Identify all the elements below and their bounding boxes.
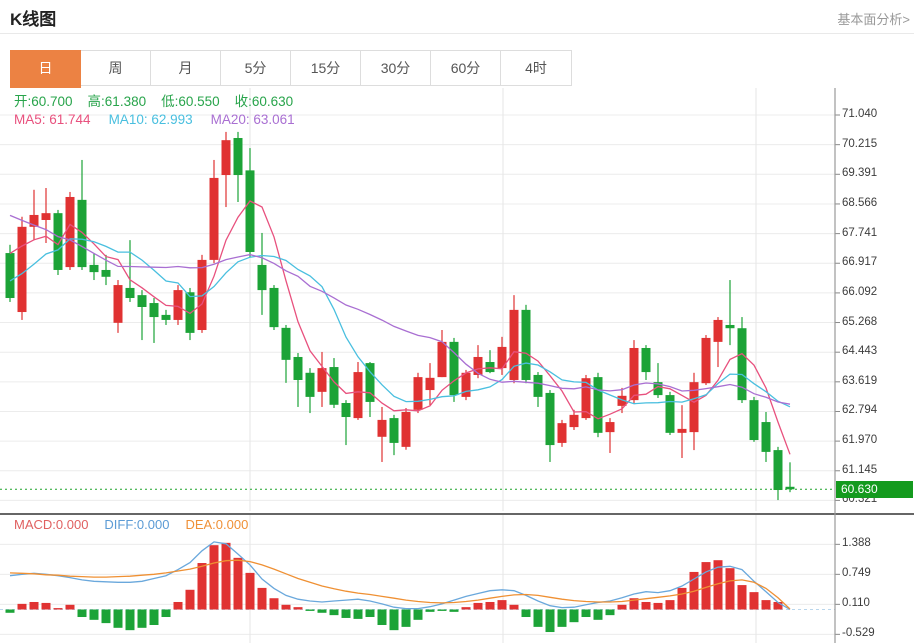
ma-info: MA5: 61.744 MA10: 62.993 MA20: 63.061 [14, 112, 313, 127]
last-price-badge: 60.630 [836, 481, 913, 498]
y-axis-label: 65.268 [842, 316, 877, 328]
info-pair: 低:60.550 [161, 94, 220, 109]
info-pair: 收:60.630 [235, 94, 294, 109]
info-pair: 开:60.700 [14, 94, 73, 109]
y-axis-label: 63.619 [842, 375, 877, 387]
y-axis-label: -0.529 [842, 627, 875, 639]
kline-widget: K线图 基本面分析> 日周月5分15分30分60分4时 开:60.700 高:61… [0, 0, 914, 643]
y-axis-label: 64.443 [842, 345, 877, 357]
y-axis-label: 61.970 [842, 434, 877, 446]
info-pair: MA10: 62.993 [109, 112, 193, 127]
y-axis-label: 62.794 [842, 404, 877, 416]
y-axis-label: 0.110 [842, 597, 870, 609]
tab-5分[interactable]: 5分 [221, 51, 291, 85]
tab-4时[interactable]: 4时 [501, 51, 571, 85]
y-axis-label: 67.741 [842, 227, 877, 239]
y-axis-label: 70.215 [842, 138, 877, 150]
info-pair: MACD:0.000 [14, 517, 88, 532]
y-axis-label: 0.749 [842, 567, 871, 579]
tab-月[interactable]: 月 [151, 51, 221, 85]
y-axis-label: 66.917 [842, 256, 877, 268]
macd-info: MACD:0.000 DIFF:0.000 DEA:0.000 [14, 517, 264, 532]
header-divider [0, 33, 914, 34]
info-pair: DEA:0.000 [185, 517, 248, 532]
tab-周[interactable]: 周 [81, 51, 151, 85]
kline-chart: 开:60.700 高:61.380 低:60.550 收:60.630 MA5: 61… [0, 88, 914, 643]
y-axis-label: 71.040 [842, 108, 877, 120]
y-axis-label: 61.145 [842, 464, 877, 476]
y-axis-label: 66.092 [842, 286, 877, 298]
tab-30分[interactable]: 30分 [361, 51, 431, 85]
page-title: K线图 [10, 5, 56, 30]
ohlc-info: 开:60.700 高:61.380 低:60.550 收:60.630 [14, 90, 308, 110]
y-axis-label: 68.566 [842, 197, 877, 209]
period-tabbar: 日周月5分15分30分60分4时 [10, 50, 572, 86]
chart-canvas[interactable] [0, 88, 914, 643]
info-pair: 高:61.380 [88, 94, 147, 109]
tab-15分[interactable]: 15分 [291, 51, 361, 85]
tab-60分[interactable]: 60分 [431, 51, 501, 85]
info-pair: MA20: 63.061 [211, 112, 295, 127]
y-axis-label: 69.391 [842, 167, 877, 179]
fundamental-analysis-link[interactable]: 基本面分析> [837, 9, 910, 28]
info-pair: MA5: 61.744 [14, 112, 91, 127]
info-pair: DIFF:0.000 [104, 517, 169, 532]
y-axis-label: 1.388 [842, 537, 871, 549]
tab-日[interactable]: 日 [10, 50, 81, 88]
